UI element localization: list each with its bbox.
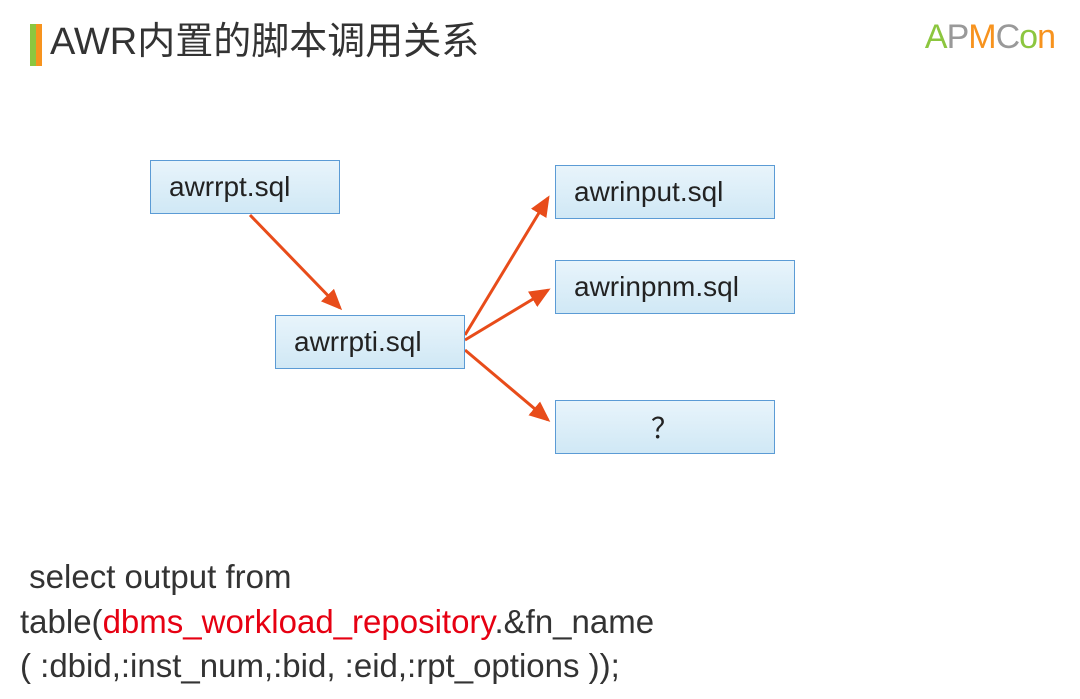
title-wrap: AWR内置的脚本调用关系 xyxy=(30,10,479,65)
code-line-2c: .&fn_name xyxy=(494,603,654,640)
arrow-awrrpti-question xyxy=(465,350,548,420)
logo-letter-p: P xyxy=(947,18,969,56)
sql-code: select output from table(dbms_workload_r… xyxy=(20,555,654,689)
node-question: ？ xyxy=(555,400,775,454)
arrow-awrrpti-awrinput xyxy=(465,198,548,335)
code-line-2a: table( xyxy=(20,603,103,640)
node-awrinput: awrinput.sql xyxy=(555,165,775,219)
code-line-3: ( :dbid,:inst_num,:bid, :eid,:rpt_option… xyxy=(20,644,654,689)
logo-letter-c: C xyxy=(996,18,1020,56)
arrow-awrrpt-awrrpti xyxy=(250,215,340,308)
node-awrrpti: awrrpti.sql xyxy=(275,315,465,369)
logo-letter-m: M xyxy=(968,18,995,56)
node-awrrpt: awrrpt.sql xyxy=(150,160,340,214)
diagram-area: awrrpt.sql awrrpti.sql awrinput.sql awri… xyxy=(0,140,1080,480)
header: AWR内置的脚本调用关系 APMCon xyxy=(0,10,1080,65)
node-awrinpnm: awrinpnm.sql xyxy=(555,260,795,314)
page-title: AWR内置的脚本调用关系 xyxy=(50,10,479,65)
code-highlight: dbms_workload_repository xyxy=(103,603,495,640)
code-line-2: table(dbms_workload_repository.&fn_name xyxy=(20,600,654,645)
accent-bar-orange xyxy=(36,24,42,66)
apmcon-logo: APMCon xyxy=(925,18,1055,57)
code-line-1: select output from xyxy=(20,555,654,600)
arrow-awrrpti-awrinpnm xyxy=(465,290,548,340)
logo-letter-n: n xyxy=(1037,18,1055,56)
logo-letter-a: A xyxy=(925,18,947,56)
logo-letter-o: o xyxy=(1019,18,1037,56)
